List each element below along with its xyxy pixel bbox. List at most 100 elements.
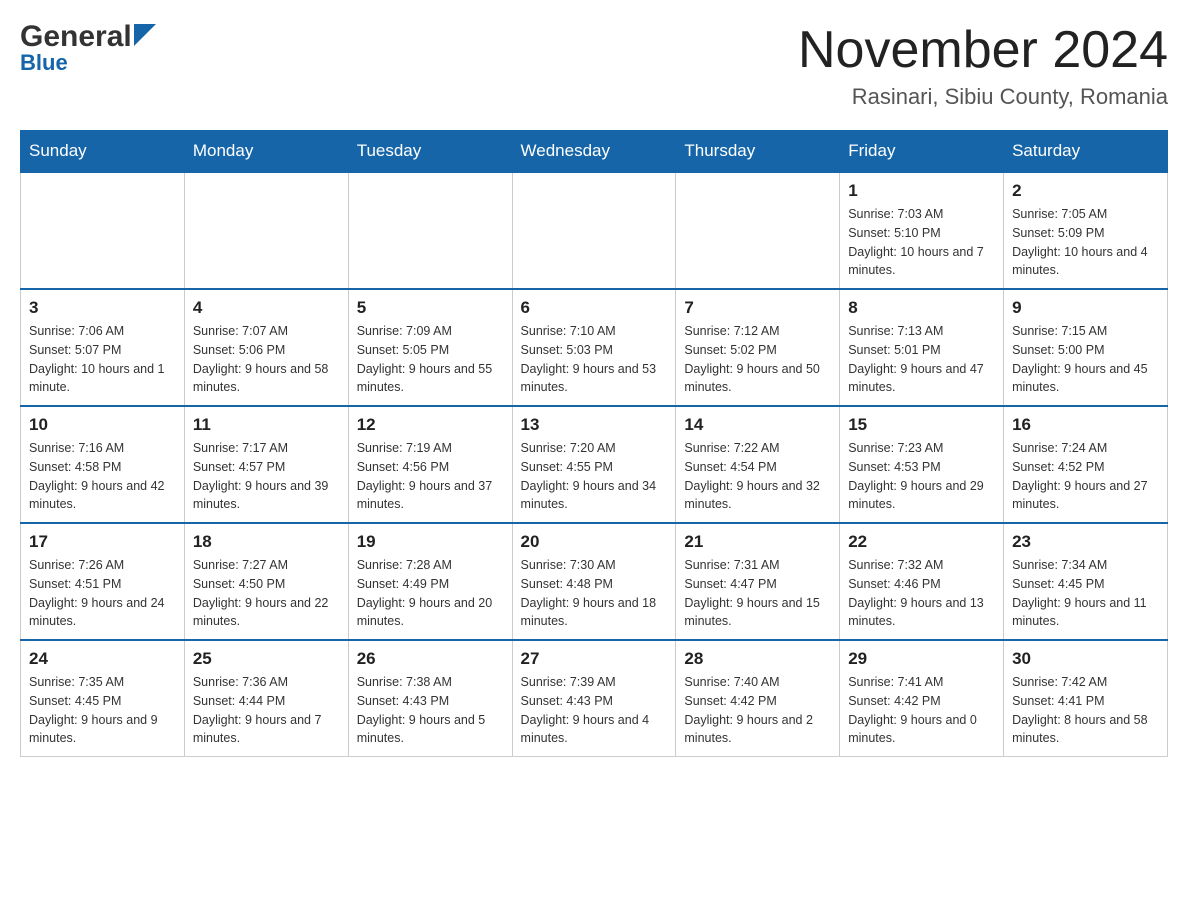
calendar-cell: 2 Sunrise: 7:05 AMSunset: 5:09 PMDaylight… [1004,172,1168,289]
calendar-cell: 22 Sunrise: 7:32 AMSunset: 4:46 PMDayligh… [840,523,1004,640]
day-number: 12 [357,415,504,435]
calendar-cell: 24 Sunrise: 7:35 AMSunset: 4:45 PMDayligh… [21,640,185,757]
calendar-cell: 7 Sunrise: 7:12 AMSunset: 5:02 PMDaylight… [676,289,840,406]
calendar-cell: 23Sunrise: 7:34 AMSunset: 4:45 PMDayligh… [1004,523,1168,640]
day-info: Sunrise: 7:34 AMSunset: 4:45 PMDaylight:… [1012,556,1159,631]
calendar-cell [348,172,512,289]
day-number: 15 [848,415,995,435]
day-info: Sunrise: 7:26 AMSunset: 4:51 PMDaylight:… [29,556,176,631]
calendar-cell: 14 Sunrise: 7:22 AMSunset: 4:54 PMDayligh… [676,406,840,523]
calendar-cell: 15 Sunrise: 7:23 AMSunset: 4:53 PMDayligh… [840,406,1004,523]
calendar-cell: 19 Sunrise: 7:28 AMSunset: 4:49 PMDayligh… [348,523,512,640]
day-number: 4 [193,298,340,318]
calendar-cell: 25 Sunrise: 7:36 AMSunset: 4:44 PMDayligh… [184,640,348,757]
day-number: 18 [193,532,340,552]
day-info: Sunrise: 7:42 AMSunset: 4:41 PMDaylight:… [1012,673,1159,748]
calendar-header-row: SundayMondayTuesdayWednesdayThursdayFrid… [21,131,1168,173]
day-info: Sunrise: 7:10 AMSunset: 5:03 PMDaylight:… [521,322,668,397]
day-number: 24 [29,649,176,669]
day-info: Sunrise: 7:17 AMSunset: 4:57 PMDaylight:… [193,439,340,514]
day-number: 1 [848,181,995,201]
calendar-day-header: Friday [840,131,1004,173]
page-header: General Blue November 2024 Rasinari, Sib… [20,20,1168,110]
day-info: Sunrise: 7:27 AMSunset: 4:50 PMDaylight:… [193,556,340,631]
day-number: 9 [1012,298,1159,318]
calendar-cell: 12Sunrise: 7:19 AMSunset: 4:56 PMDayligh… [348,406,512,523]
day-number: 29 [848,649,995,669]
calendar-day-header: Sunday [21,131,185,173]
calendar-cell: 17Sunrise: 7:26 AMSunset: 4:51 PMDayligh… [21,523,185,640]
calendar-day-header: Wednesday [512,131,676,173]
day-number: 22 [848,532,995,552]
day-number: 28 [684,649,831,669]
calendar-week-row: 24 Sunrise: 7:35 AMSunset: 4:45 PMDayligh… [21,640,1168,757]
day-number: 6 [521,298,668,318]
title-section: November 2024 Rasinari, Sibiu County, Ro… [798,20,1168,110]
calendar-cell: 27 Sunrise: 7:39 AMSunset: 4:43 PMDayligh… [512,640,676,757]
day-number: 20 [521,532,668,552]
calendar-cell: 30 Sunrise: 7:42 AMSunset: 4:41 PMDayligh… [1004,640,1168,757]
day-number: 7 [684,298,831,318]
day-number: 30 [1012,649,1159,669]
day-info: Sunrise: 7:39 AMSunset: 4:43 PMDaylight:… [521,673,668,748]
day-number: 16 [1012,415,1159,435]
logo-general-text: General [20,20,132,54]
calendar-cell [512,172,676,289]
day-info: Sunrise: 7:07 AMSunset: 5:06 PMDaylight:… [193,322,340,397]
day-info: Sunrise: 7:13 AMSunset: 5:01 PMDaylight:… [848,322,995,397]
day-number: 14 [684,415,831,435]
month-title: November 2024 [798,20,1168,80]
calendar-cell: 20 Sunrise: 7:30 AMSunset: 4:48 PMDayligh… [512,523,676,640]
day-info: Sunrise: 7:35 AMSunset: 4:45 PMDaylight:… [29,673,176,748]
calendar-cell: 11 Sunrise: 7:17 AMSunset: 4:57 PMDayligh… [184,406,348,523]
day-info: Sunrise: 7:20 AMSunset: 4:55 PMDaylight:… [521,439,668,514]
day-info: Sunrise: 7:06 AMSunset: 5:07 PMDaylight:… [29,322,176,397]
day-info: Sunrise: 7:28 AMSunset: 4:49 PMDaylight:… [357,556,504,631]
day-info: Sunrise: 7:03 AMSunset: 5:10 PMDaylight:… [848,205,995,280]
calendar-cell: 18 Sunrise: 7:27 AMSunset: 4:50 PMDayligh… [184,523,348,640]
calendar-week-row: 3 Sunrise: 7:06 AMSunset: 5:07 PMDaylight… [21,289,1168,406]
day-number: 21 [684,532,831,552]
calendar-cell: 16 Sunrise: 7:24 AMSunset: 4:52 PMDayligh… [1004,406,1168,523]
calendar-cell: 9 Sunrise: 7:15 AMSunset: 5:00 PMDaylight… [1004,289,1168,406]
day-info: Sunrise: 7:15 AMSunset: 5:00 PMDaylight:… [1012,322,1159,397]
day-number: 27 [521,649,668,669]
day-info: Sunrise: 7:12 AMSunset: 5:02 PMDaylight:… [684,322,831,397]
day-number: 10 [29,415,176,435]
calendar-cell: 28Sunrise: 7:40 AMSunset: 4:42 PMDayligh… [676,640,840,757]
day-number: 26 [357,649,504,669]
day-info: Sunrise: 7:32 AMSunset: 4:46 PMDaylight:… [848,556,995,631]
day-number: 3 [29,298,176,318]
logo-blue-text: Blue [20,50,68,76]
calendar-cell: 3 Sunrise: 7:06 AMSunset: 5:07 PMDaylight… [21,289,185,406]
day-info: Sunrise: 7:41 AMSunset: 4:42 PMDaylight:… [848,673,995,748]
day-info: Sunrise: 7:05 AMSunset: 5:09 PMDaylight:… [1012,205,1159,280]
calendar-day-header: Saturday [1004,131,1168,173]
day-number: 19 [357,532,504,552]
day-number: 2 [1012,181,1159,201]
calendar-cell: 8Sunrise: 7:13 AMSunset: 5:01 PMDaylight… [840,289,1004,406]
calendar-week-row: 1 Sunrise: 7:03 AMSunset: 5:10 PMDaylight… [21,172,1168,289]
logo-arrow-icon [134,24,156,46]
calendar-cell [676,172,840,289]
logo: General Blue [20,20,156,76]
calendar-cell: 26Sunrise: 7:38 AMSunset: 4:43 PMDayligh… [348,640,512,757]
calendar-cell: 13 Sunrise: 7:20 AMSunset: 4:55 PMDayligh… [512,406,676,523]
day-info: Sunrise: 7:31 AMSunset: 4:47 PMDaylight:… [684,556,831,631]
calendar-week-row: 17Sunrise: 7:26 AMSunset: 4:51 PMDayligh… [21,523,1168,640]
calendar-week-row: 10 Sunrise: 7:16 AMSunset: 4:58 PMDayligh… [21,406,1168,523]
calendar-cell: 29 Sunrise: 7:41 AMSunset: 4:42 PMDayligh… [840,640,1004,757]
day-info: Sunrise: 7:16 AMSunset: 4:58 PMDaylight:… [29,439,176,514]
day-info: Sunrise: 7:24 AMSunset: 4:52 PMDaylight:… [1012,439,1159,514]
calendar-day-header: Thursday [676,131,840,173]
day-info: Sunrise: 7:36 AMSunset: 4:44 PMDaylight:… [193,673,340,748]
calendar-cell: 1 Sunrise: 7:03 AMSunset: 5:10 PMDaylight… [840,172,1004,289]
day-number: 5 [357,298,504,318]
day-info: Sunrise: 7:23 AMSunset: 4:53 PMDaylight:… [848,439,995,514]
day-info: Sunrise: 7:22 AMSunset: 4:54 PMDaylight:… [684,439,831,514]
day-number: 11 [193,415,340,435]
day-info: Sunrise: 7:30 AMSunset: 4:48 PMDaylight:… [521,556,668,631]
day-number: 25 [193,649,340,669]
day-number: 13 [521,415,668,435]
calendar-cell: 5Sunrise: 7:09 AMSunset: 5:05 PMDaylight… [348,289,512,406]
